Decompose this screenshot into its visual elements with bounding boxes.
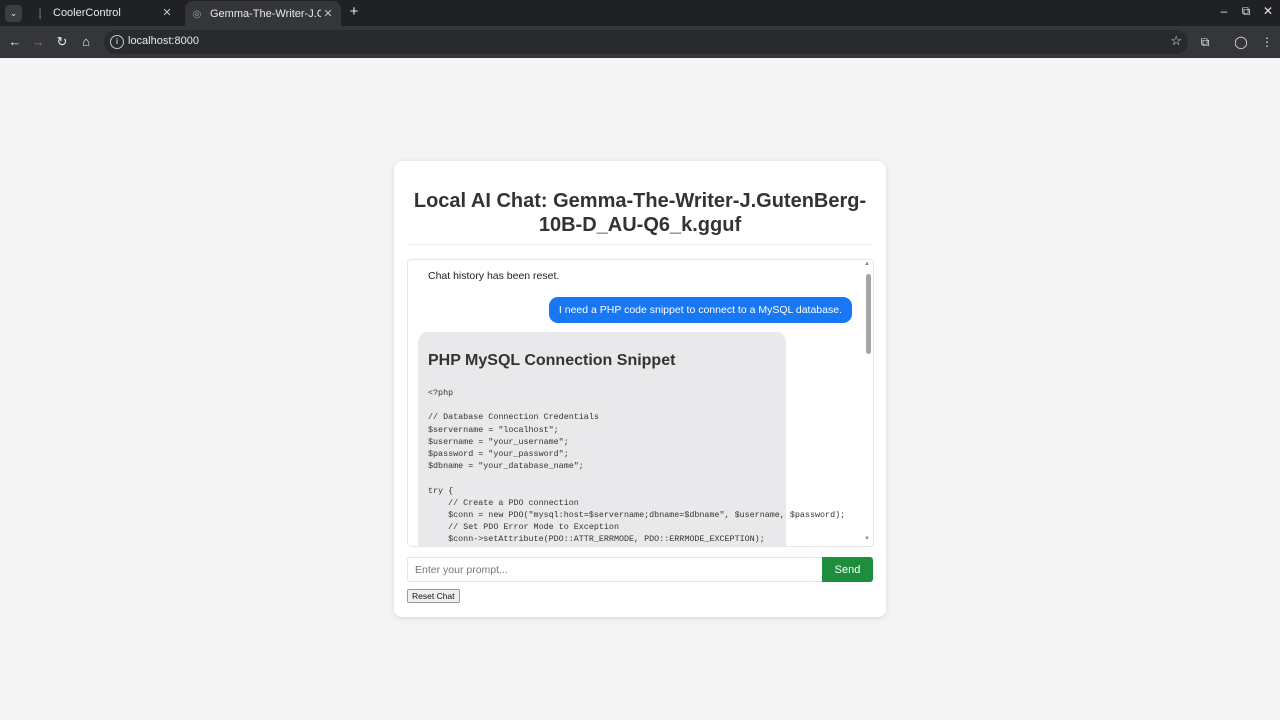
bot-code-block: <?php // Database Connection Credentials… — [428, 388, 846, 545]
back-arrow-icon[interactable]: ← — [6, 33, 24, 51]
chat-card: Local AI Chat: Gemma-The-Writer-J.GutenB… — [394, 161, 886, 617]
system-message: Chat history has been reset. — [428, 270, 560, 282]
prompt-input[interactable] — [407, 557, 822, 582]
globe-favicon-icon: ◎ — [192, 8, 202, 20]
send-button[interactable]: Send — [822, 557, 873, 582]
new-tab-plus-icon[interactable]: + — [346, 4, 362, 20]
bot-message-bubble: PHP MySQL Connection Snippet <?php // Da… — [418, 332, 845, 546]
reload-icon[interactable]: ↻ — [53, 33, 71, 51]
forward-arrow-icon[interactable]: → — [29, 33, 47, 51]
chat-history[interactable]: Chat history has been reset. I need a PH… — [407, 259, 874, 547]
home-icon[interactable]: ⌂ — [77, 33, 95, 51]
url-text: localhost:8000 — [128, 35, 199, 47]
site-info-icon[interactable]: i — [110, 35, 124, 49]
tab-bar: ⌄ ⸽ CoolerControl ✕ ◎ Gemma-The-Writer-J… — [0, 0, 1280, 27]
address-bar[interactable]: i localhost:8000 ☆ — [104, 30, 1188, 54]
tab-title: CoolerControl — [53, 7, 121, 19]
tab-gemma-chat[interactable]: ◎ Gemma-The-Writer-J.C ✕ — [185, 1, 341, 27]
tab-title: Gemma-The-Writer-J.C — [210, 8, 321, 20]
menu-kebab-icon[interactable]: ⋮ — [1258, 33, 1276, 51]
reset-chat-button[interactable]: Reset Chat — [407, 589, 460, 603]
profile-avatar-icon[interactable]: ◯ — [1232, 33, 1250, 51]
browser-toolbar: ← → ↻ ⌂ i localhost:8000 ☆ ⧉ ◯ ⋮ — [0, 26, 1280, 58]
close-tab-icon[interactable]: ✕ — [321, 7, 335, 21]
tab-coolercontrol[interactable]: ⸽ CoolerControl ✕ — [28, 0, 180, 26]
bot-message-heading: PHP MySQL Connection Snippet — [428, 352, 676, 369]
page-title: Local AI Chat: Gemma-The-Writer-J.GutenB… — [413, 190, 867, 236]
coolercontrol-favicon-icon: ⸽ — [38, 9, 42, 20]
minimize-icon[interactable]: – — [1216, 4, 1232, 18]
close-tab-icon[interactable]: ✕ — [160, 6, 174, 20]
title-divider — [408, 244, 872, 245]
tab-search-chevron-icon[interactable]: ⌄ — [5, 5, 22, 22]
user-message-bubble: I need a PHP code snippet to connect to … — [548, 297, 852, 323]
scroll-down-arrow-icon[interactable]: ▼ — [864, 536, 870, 542]
extensions-puzzle-icon[interactable]: ⧉ — [1196, 33, 1214, 51]
scroll-up-arrow-icon[interactable]: ▲ — [864, 261, 870, 267]
scrollbar-thumb[interactable] — [866, 274, 871, 354]
restore-icon[interactable]: ⧉ — [1238, 4, 1254, 19]
close-window-icon[interactable]: ✕ — [1260, 4, 1276, 18]
bookmark-star-icon[interactable]: ☆ — [1170, 33, 1182, 49]
